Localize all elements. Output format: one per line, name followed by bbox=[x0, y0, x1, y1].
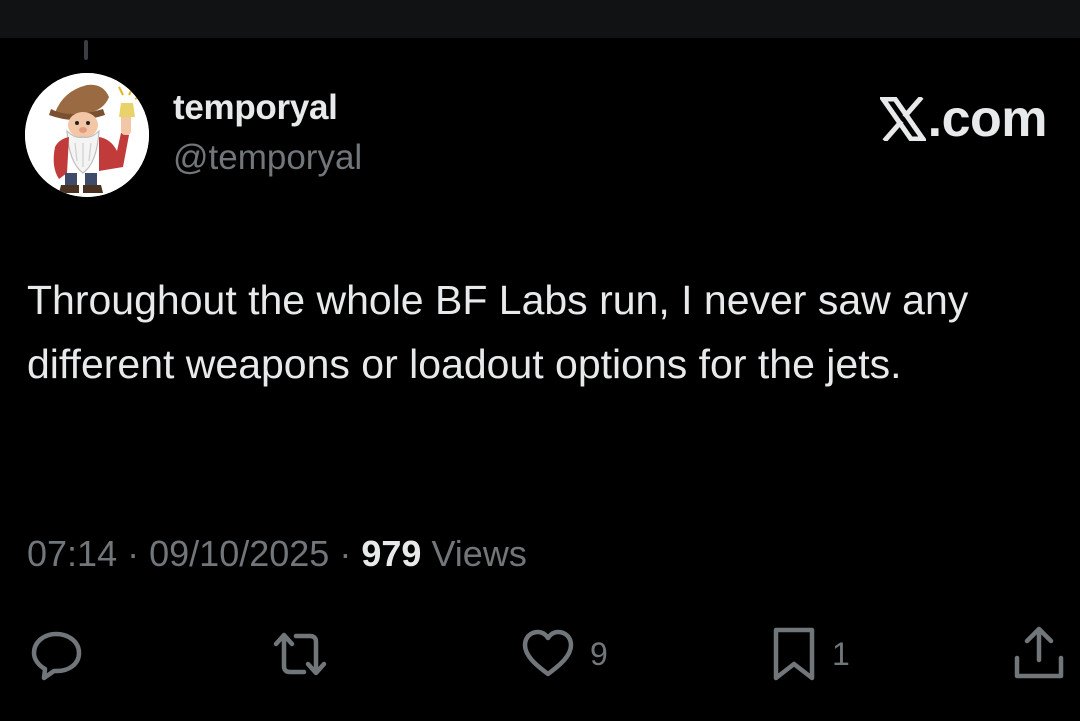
tweet-meta: 07:14 · 09/10/2025 · 979 Views bbox=[27, 533, 527, 575]
tweet-time[interactable]: 07:14 bbox=[27, 533, 117, 574]
avatar[interactable] bbox=[25, 73, 149, 197]
bookmark-count: 1 bbox=[832, 635, 850, 672]
top-bar bbox=[0, 0, 1080, 38]
gnome-avatar-image bbox=[25, 73, 149, 197]
thread-connector-line bbox=[84, 40, 88, 60]
retweet-button[interactable] bbox=[270, 626, 330, 682]
bookmark-icon bbox=[773, 627, 815, 681]
heart-icon bbox=[522, 629, 574, 677]
meta-separator: · bbox=[127, 533, 140, 574]
like-button[interactable]: 9 bbox=[520, 626, 608, 682]
share-icon bbox=[1014, 626, 1064, 679]
brand-text: .com bbox=[927, 90, 1048, 148]
reply-icon bbox=[31, 631, 82, 681]
tweet-date[interactable]: 09/10/2025 bbox=[149, 533, 329, 574]
meta-separator: · bbox=[339, 533, 352, 574]
display-name[interactable]: temporyal bbox=[173, 88, 338, 128]
bookmark-button[interactable]: 1 bbox=[770, 626, 850, 682]
reply-button[interactable] bbox=[30, 626, 86, 682]
tweet-text: Throughout the whole BF Labs run, I neve… bbox=[27, 277, 969, 387]
like-count: 9 bbox=[590, 635, 608, 672]
user-handle[interactable]: @temporyal bbox=[173, 138, 362, 178]
x-logo-icon bbox=[879, 97, 926, 141]
retweet-icon bbox=[273, 632, 327, 676]
views-label: Views bbox=[431, 533, 527, 574]
share-button[interactable] bbox=[1011, 626, 1067, 682]
x-com-brand: .com bbox=[879, 88, 1048, 150]
views-count: 979 bbox=[361, 533, 422, 574]
